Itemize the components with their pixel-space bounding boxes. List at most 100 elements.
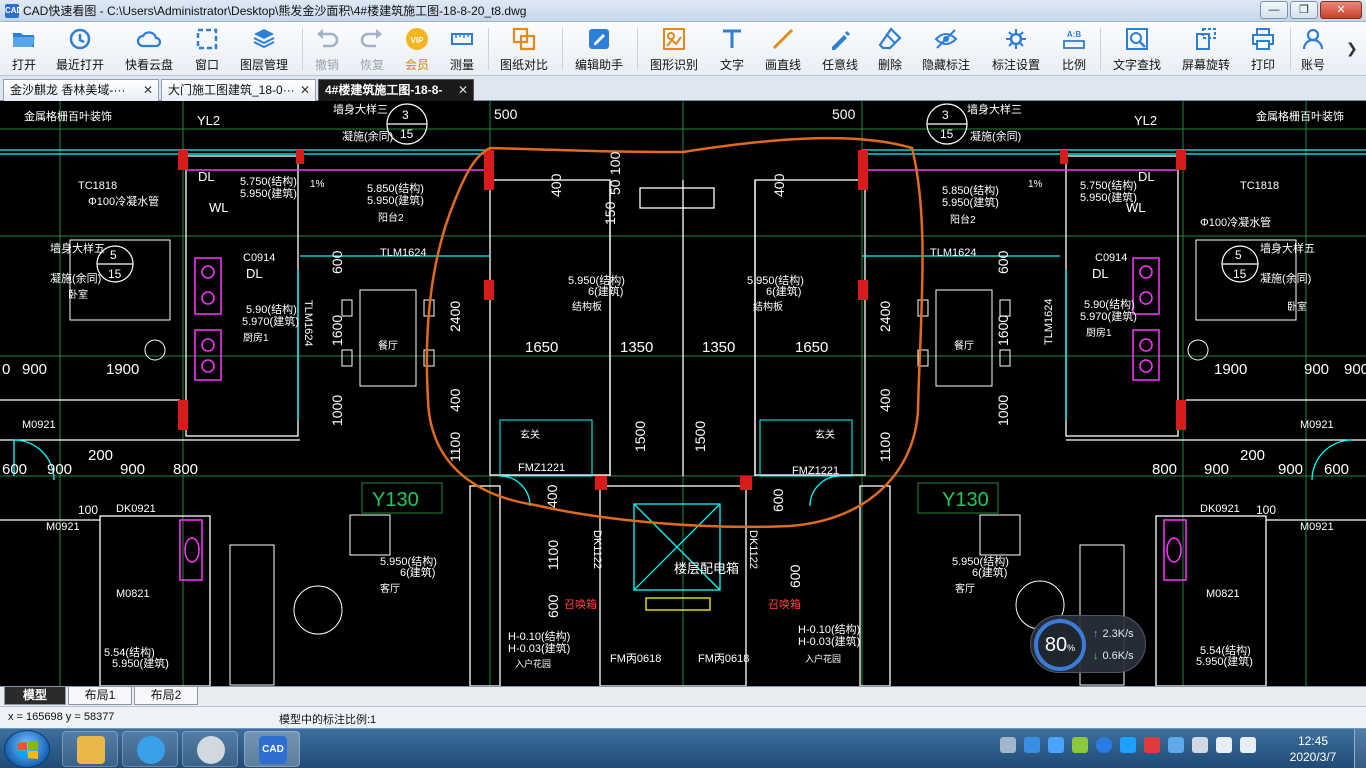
tab-building-4[interactable]: 4#楼建筑施工图-18-8- ✕	[318, 79, 474, 101]
toolbar-separator	[488, 28, 489, 70]
show-desktop-button[interactable]	[1354, 729, 1366, 768]
tab-layout1[interactable]: 布局1	[68, 687, 132, 705]
vip-badge-text: VIP	[411, 36, 425, 45]
sync-icon[interactable]	[1120, 737, 1136, 753]
tab-jinsha-qilong[interactable]: 金沙麒龙 香林美域-··· ✕	[3, 79, 159, 101]
draw-line-button[interactable]: 画直线	[763, 24, 803, 74]
hide-annotation-button[interactable]: 隐藏标注	[920, 24, 972, 74]
label-struct-slab: 结构板	[572, 300, 602, 313]
rotate-screen-button[interactable]: 屏幕旋转	[1180, 24, 1232, 74]
bluetooth-icon[interactable]	[1024, 737, 1040, 753]
tab-close-icon[interactable]: ✕	[300, 80, 310, 100]
label-fm0618: FM丙0618	[698, 653, 749, 665]
tab-close-icon[interactable]: ✕	[143, 80, 153, 100]
toolbar-label: 恢复	[359, 58, 384, 72]
cad-labels: 500 500 3 15 3 15 5 15 5 15 金属格栅百叶装饰 金属格…	[2, 102, 1366, 670]
minimize-button[interactable]: —	[1260, 1, 1288, 19]
maximize-button[interactable]: ❐	[1290, 1, 1318, 19]
measure-button[interactable]: 测量	[448, 24, 476, 74]
print-button[interactable]: 打印	[1249, 24, 1277, 74]
label-c0914: C0914	[243, 252, 275, 264]
cad-app-icon: CAD	[259, 736, 287, 764]
scale-button[interactable]: A:B 比例	[1060, 24, 1088, 74]
delete-button[interactable]: 删除	[876, 24, 904, 74]
volume-icon[interactable]	[1240, 737, 1256, 753]
title-bar[interactable]: CAD CAD快速看图 - C:\Users\Administrator\Des…	[0, 0, 1366, 22]
label-dining: 餐厅	[954, 339, 974, 352]
taskbar-browser[interactable]	[122, 731, 178, 767]
vdim-1100: 1100	[877, 432, 893, 462]
label-elev-5970: 5.970(建筑)	[242, 314, 299, 328]
open-button[interactable]: 打开	[6, 24, 42, 74]
google-icon[interactable]	[1096, 737, 1112, 753]
undo-button[interactable]: 撤销	[313, 24, 341, 74]
window-title: CAD快速看图 - C:\Users\Administrator\Desktop…	[23, 4, 527, 18]
layer-manager-button[interactable]: 图层管理	[238, 24, 290, 74]
layout-tabs: 模型 布局1 布局2	[0, 686, 1366, 706]
circle-ref-bottom: 15	[940, 127, 954, 141]
label-wl: WL	[209, 200, 229, 215]
toolbar-label: 窗口	[194, 58, 219, 72]
close-button[interactable]: ✕	[1320, 1, 1362, 19]
windows-logo-icon	[18, 741, 38, 759]
freehand-line-button[interactable]: 任意线	[820, 24, 860, 74]
cloud-drive-button[interactable]: 快看云盘	[123, 24, 175, 74]
network-icon[interactable]	[1168, 737, 1184, 753]
recent-open-button[interactable]: 最近打开	[55, 24, 105, 74]
dim-mid-left: 900	[22, 361, 47, 378]
toolbar-label: 标注设置	[991, 58, 1040, 72]
label-entry: 玄关	[815, 428, 835, 441]
app-tray-icon[interactable]	[1144, 737, 1160, 753]
tab-gate-drawing[interactable]: 大门施工图建筑_18-0··· ✕	[161, 79, 316, 101]
start-button[interactable]	[4, 730, 50, 768]
shield-icon[interactable]	[1048, 737, 1064, 753]
tab-layout2[interactable]: 布局2	[134, 687, 198, 705]
label-elev-5950c: 5.950(建筑)	[1196, 654, 1253, 668]
tab-close-icon[interactable]: ✕	[458, 80, 468, 100]
toolbar-label: 隐藏标注	[921, 58, 970, 72]
label-same-slab: 凝施(余同)	[50, 271, 101, 285]
dim-top-left: 500	[494, 106, 518, 122]
label-m0821: M0821	[1206, 588, 1240, 600]
account-button[interactable]: 账号	[1299, 24, 1327, 74]
edit-assistant-button[interactable]: 编辑助手	[573, 24, 625, 74]
text-search-button[interactable]: 文字查找	[1111, 24, 1163, 74]
line-icon	[770, 26, 796, 52]
drawing-compare-button[interactable]: 图纸对比	[498, 24, 550, 74]
taskbar-cad-viewer[interactable]: CAD	[244, 731, 300, 767]
dim-row2-left: 900	[47, 461, 72, 478]
scale-badge-text: A:B	[1067, 30, 1081, 39]
annotation-settings-button[interactable]: 标注设置	[990, 24, 1042, 74]
action-center-icon[interactable]	[1192, 737, 1208, 753]
signal-icon[interactable]	[1216, 737, 1232, 753]
network-speed-widget[interactable]: 80% ↑ 2.3K/s ↓ 0.6K/s	[1030, 615, 1146, 673]
toolbar-label: 撤销	[314, 58, 339, 72]
label-elev-5750: 5.750(结构)	[240, 174, 297, 188]
panel-box	[645, 597, 711, 611]
wechat-icon[interactable]	[1072, 737, 1088, 753]
system-clock[interactable]: 12:45 2020/3/7	[1280, 733, 1346, 765]
vip-button[interactable]: VIP 会员	[403, 24, 431, 74]
shape-recognize-button[interactable]: 图形识别	[648, 24, 700, 74]
toolbar-label: 图纸对比	[499, 58, 548, 72]
text-button[interactable]: 文字	[718, 24, 746, 74]
tab-model[interactable]: 模型	[4, 687, 66, 705]
taskbar-robot-app[interactable]	[182, 731, 238, 767]
label-elev-5950: 5.950(建筑)	[240, 186, 297, 200]
folder-open-icon	[11, 26, 37, 52]
toolbar-more-chevron-icon[interactable]: ❯	[1346, 40, 1358, 57]
dim-row2-left: 800	[173, 461, 198, 478]
label-h010: H-0.10(结构)	[508, 629, 570, 643]
label-elev-5750: 5.750(结构)	[1080, 178, 1137, 192]
window-button[interactable]: 窗口	[193, 24, 221, 74]
dim-100: 100	[78, 503, 98, 517]
label-panel: 楼层配电箱	[674, 561, 739, 576]
drawing-canvas[interactable]: 500 500 3 15 3 15 5 15 5 15 金属格栅百叶装饰 金属格…	[0, 101, 1366, 686]
keyboard-icon[interactable]	[1000, 737, 1016, 753]
taskbar-file-explorer[interactable]	[62, 731, 118, 767]
toolbar-separator	[1100, 28, 1101, 70]
redo-button[interactable]: 恢复	[358, 24, 386, 74]
vdim-400: 400	[877, 388, 893, 412]
label-fire-hydrant: 召唤箱	[768, 597, 801, 611]
dim-row2-right: 900	[1278, 461, 1303, 478]
